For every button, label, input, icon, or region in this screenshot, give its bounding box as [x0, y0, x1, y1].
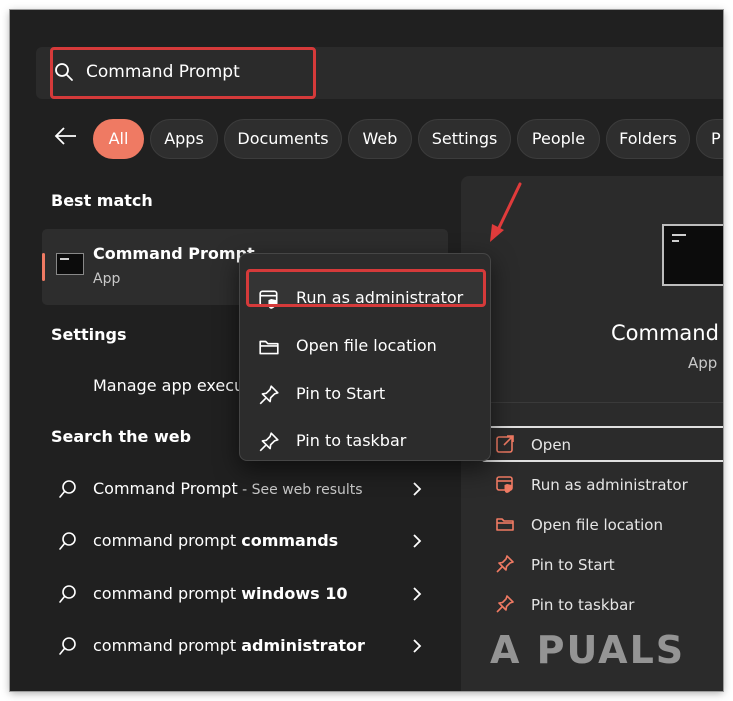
settings-heading: Settings	[51, 325, 127, 344]
chevron-right-icon	[413, 587, 422, 601]
action-pin-to-start-label: Pin to Start	[531, 556, 615, 574]
context-menu-open-file-location[interactable]: Open file location	[246, 326, 484, 366]
best-match-subtitle: App	[93, 271, 121, 287]
watermark-logo: A PUALS	[490, 628, 686, 672]
folder-icon	[496, 518, 514, 531]
search-icon	[59, 532, 76, 550]
run-as-admin-highlight-annotation	[246, 269, 486, 307]
search-icon	[59, 585, 76, 603]
chevron-right-icon	[413, 639, 422, 653]
web-result-row[interactable]: command prompt commands	[42, 521, 448, 561]
start-search-window: Command Prompt All Apps Documents Web Se…	[10, 10, 723, 691]
context-menu-label: Pin to taskbar	[296, 431, 407, 450]
action-open-label: Open	[531, 436, 572, 454]
filter-all[interactable]: All	[93, 119, 144, 159]
annotation-arrow-icon	[490, 182, 522, 242]
search-web-heading: Search the web	[51, 427, 192, 446]
preview-panel: Command P App Open Run as administrator	[461, 176, 723, 691]
search-highlight-annotation	[50, 47, 316, 99]
pin-icon	[496, 555, 514, 573]
web-result-row[interactable]: command prompt windows 10	[42, 574, 448, 614]
settings-result-item[interactable]: Manage app execu	[93, 376, 244, 395]
web-result-row[interactable]: Command Prompt - See web results	[42, 469, 448, 509]
chevron-right-icon	[413, 534, 422, 548]
preview-title: Command P	[611, 321, 723, 345]
search-icon	[59, 637, 76, 655]
web-result-text: command prompt commands	[93, 531, 339, 550]
filter-more[interactable]: P	[696, 119, 723, 159]
context-menu-pin-to-start[interactable]: Pin to Start	[246, 374, 484, 414]
filter-people[interactable]: People	[517, 119, 600, 159]
filter-settings[interactable]: Settings	[418, 119, 511, 159]
action-open-file-location-label: Open file location	[531, 516, 663, 534]
back-arrow-icon[interactable]	[54, 126, 78, 146]
selection-accent	[42, 253, 45, 281]
command-prompt-app-icon	[56, 253, 84, 275]
best-match-heading: Best match	[51, 191, 153, 210]
filter-web[interactable]: Web	[348, 119, 412, 159]
context-menu-label: Open file location	[296, 336, 437, 355]
best-match-title: Command Prompt	[93, 244, 255, 263]
action-pin-to-taskbar-label: Pin to taskbar	[531, 596, 635, 614]
folder-icon	[259, 340, 279, 355]
filter-apps[interactable]: Apps	[150, 119, 218, 159]
open-external-icon	[496, 435, 514, 453]
shield-window-icon	[496, 476, 513, 493]
context-menu-label: Pin to Start	[296, 384, 386, 403]
filter-documents[interactable]: Documents	[224, 119, 342, 159]
pin-icon	[259, 385, 279, 405]
filter-folders[interactable]: Folders	[606, 119, 690, 159]
web-result-row[interactable]: command prompt administrator	[42, 626, 448, 666]
open-action-highlight	[481, 426, 723, 462]
divider	[461, 402, 723, 403]
pin-icon	[259, 432, 279, 452]
search-icon	[59, 480, 76, 498]
context-menu-pin-to-taskbar[interactable]: Pin to taskbar	[246, 421, 484, 461]
pin-icon	[496, 595, 514, 613]
web-result-text: command prompt administrator	[93, 636, 365, 655]
web-result-text: Command Prompt - See web results	[93, 479, 363, 498]
action-run-as-administrator-label: Run as administrator	[531, 476, 688, 494]
command-prompt-preview-icon	[662, 224, 723, 286]
chevron-right-icon	[413, 482, 422, 496]
preview-subtitle: App	[688, 354, 718, 372]
web-result-text: command prompt windows 10	[93, 584, 348, 603]
